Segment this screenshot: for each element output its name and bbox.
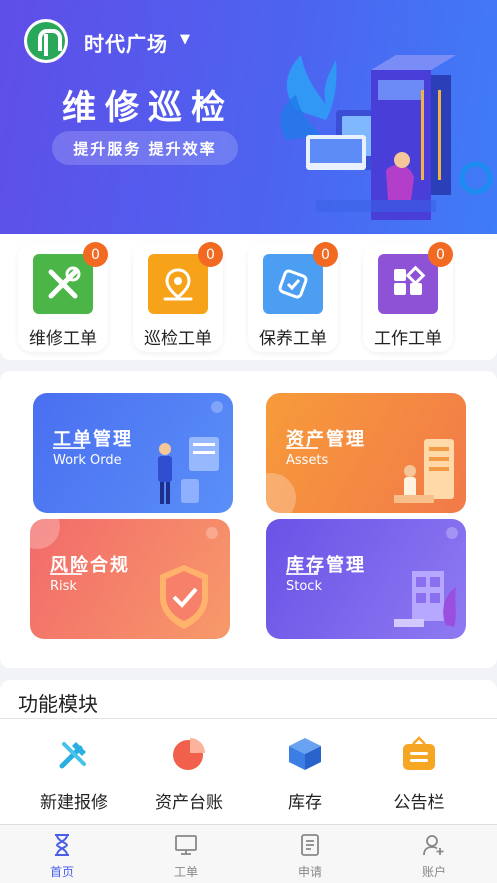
quick-order-inspection[interactable]: 0 巡检工单 xyxy=(133,242,223,352)
count-badge: 0 xyxy=(198,242,223,267)
function-bulletin[interactable]: 公告栏 xyxy=(364,736,474,816)
card-risk-compliance[interactable]: 风险合规 Risk xyxy=(30,519,230,639)
logo-mark-icon xyxy=(27,22,65,60)
maintenance-tag-icon xyxy=(263,254,323,314)
function-new-repair[interactable]: 新建报修 xyxy=(19,736,129,816)
function-asset-ledger[interactable]: 资产台账 xyxy=(134,736,244,816)
quick-order-work[interactable]: 0 工作工单 xyxy=(363,242,453,352)
card-subtitle: Assets xyxy=(286,453,329,468)
quick-order-label: 维修工单 xyxy=(29,329,97,349)
repair-tools-icon xyxy=(59,742,86,769)
card-underline xyxy=(53,447,85,449)
nav-tab-apply[interactable]: 申请 xyxy=(270,831,350,881)
hourglass-home-icon xyxy=(55,834,69,856)
card-subtitle: Risk xyxy=(50,579,77,594)
hero-title: 维修巡检 xyxy=(62,88,234,128)
card-asset-management[interactable]: 资产管理 Assets xyxy=(266,393,466,513)
nav-label: 申请 xyxy=(297,865,322,879)
location-pin-icon xyxy=(148,254,208,314)
nav-label: 账户 xyxy=(421,865,446,879)
document-icon xyxy=(301,834,319,856)
bulletin-board-icon xyxy=(403,736,435,770)
stock-illustration xyxy=(394,571,456,627)
function-stock[interactable]: 库存 xyxy=(250,736,360,816)
quick-order-maintenance[interactable]: 0 保养工单 xyxy=(248,242,338,352)
count-badge: 0 xyxy=(83,242,108,267)
card-work-order-management[interactable]: 工单管理 Work Orde xyxy=(33,393,233,513)
function-modules-panel: 功能模块 新建报修 资产台账 库存 公告栏 xyxy=(0,680,497,824)
nav-tab-account[interactable]: 账户 xyxy=(394,831,474,881)
quick-order-label: 巡检工单 xyxy=(144,329,212,349)
card-underline xyxy=(50,573,82,575)
header-banner: 时代广场 ▼ 维修巡检 提升服务 提升效率 xyxy=(0,0,497,234)
app-logo xyxy=(24,19,68,63)
card-underline xyxy=(286,573,318,575)
hero-illustration xyxy=(280,55,493,220)
function-label: 资产台账 xyxy=(155,793,223,813)
work-order-illustration xyxy=(158,437,219,504)
card-underline xyxy=(286,447,318,449)
user-add-icon xyxy=(423,835,444,856)
section-title: 功能模块 xyxy=(18,692,98,716)
monitor-icon xyxy=(175,835,197,855)
card-stock-management[interactable]: 库存管理 Stock xyxy=(266,519,466,639)
quick-orders-panel: 0 维修工单 0 巡检工单 0 保养工单 0 工作工单 xyxy=(0,234,497,360)
nav-label: 工单 xyxy=(173,865,198,879)
count-badge: 0 xyxy=(428,242,453,267)
card-subtitle: Work Orde xyxy=(53,453,122,468)
shield-check-icon xyxy=(160,565,208,629)
grid-apps-icon xyxy=(378,254,438,314)
quick-order-label: 工作工单 xyxy=(374,329,442,349)
pie-chart-icon xyxy=(173,738,205,770)
quick-order-label: 保养工单 xyxy=(259,329,327,349)
cube-icon xyxy=(289,738,321,770)
nav-tab-home[interactable]: 首页 xyxy=(22,831,102,881)
count-badge: 0 xyxy=(313,242,338,267)
site-selector[interactable]: 时代广场 xyxy=(84,28,168,57)
management-panel: 工单管理 Work Orde 资产管理 Assets 风险合规 Risk 库存管… xyxy=(0,371,497,668)
card-subtitle: Stock xyxy=(286,579,322,594)
decor-bubble xyxy=(30,519,60,549)
hero-slogan: 提升服务 提升效率 xyxy=(52,131,238,165)
caret-down-icon[interactable]: ▼ xyxy=(180,32,190,47)
asset-illustration xyxy=(394,439,454,503)
nav-label: 首页 xyxy=(49,865,74,879)
quick-order-repair[interactable]: 0 维修工单 xyxy=(18,242,108,352)
bottom-nav: 首页 工单 申请 账户 xyxy=(0,824,497,883)
nav-tab-orders[interactable]: 工单 xyxy=(146,831,226,881)
function-label: 库存 xyxy=(288,793,322,813)
tools-icon xyxy=(33,254,93,314)
function-label: 公告栏 xyxy=(393,793,445,813)
function-label: 新建报修 xyxy=(40,793,108,813)
divider xyxy=(0,718,497,719)
decor-bubble xyxy=(266,473,296,513)
